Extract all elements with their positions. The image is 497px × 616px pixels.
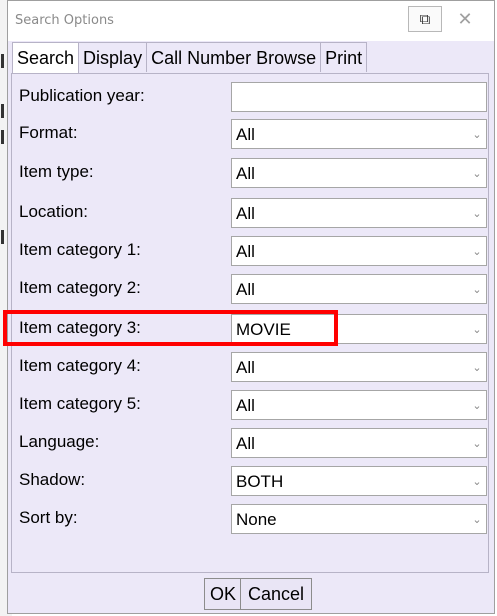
tab-print[interactable]: Print [320, 42, 368, 72]
sort-by-row: Sort by: None ⌄ [12, 503, 488, 534]
item-category-1-value: All [236, 242, 255, 261]
format-select[interactable]: All ⌄ [231, 119, 487, 149]
chevron-down-icon: ⌄ [472, 512, 482, 526]
item-category-1-label: Item category 1: [19, 240, 141, 259]
chevron-down-icon: ⌄ [472, 322, 482, 336]
language-row: Language: All ⌄ [12, 427, 488, 458]
chevron-down-icon: ⌄ [472, 360, 482, 374]
chevron-down-icon: ⌄ [472, 398, 482, 412]
publication-year-input[interactable] [231, 82, 487, 112]
item-category-5-row: Item category 5: All ⌄ [12, 389, 488, 420]
format-label: Format: [19, 123, 78, 142]
tab-call-number-browse[interactable]: Call Number Browse [146, 42, 322, 72]
title-bar[interactable]: Search Options ⧉ ✕ [8, 1, 494, 41]
item-category-2-value: All [236, 280, 255, 299]
item-category-2-row: Item category 2: All ⌄ [12, 273, 488, 304]
format-value: All [236, 125, 255, 144]
chevron-down-icon: ⌄ [472, 206, 482, 220]
chevron-down-icon: ⌄ [472, 474, 482, 488]
background-text-fragment [1, 230, 4, 244]
sort-by-select[interactable]: None ⌄ [231, 504, 487, 534]
format-row: Format: All ⌄ [12, 118, 488, 149]
item-category-3-value: MOVIE [236, 320, 291, 339]
item-category-4-row: Item category 4: All ⌄ [12, 351, 488, 382]
item-category-3-row: Item category 3: MOVIE ⌄ [12, 313, 488, 344]
chevron-down-icon: ⌄ [472, 436, 482, 450]
location-select[interactable]: All ⌄ [231, 198, 487, 228]
tab-display[interactable]: Display [78, 42, 148, 72]
background-text-fragment [1, 130, 4, 144]
language-value: All [236, 434, 255, 453]
search-options-dialog: Search Options ⧉ ✕ Search Display Call N… [7, 0, 495, 614]
chevron-down-icon: ⌄ [472, 166, 482, 180]
item-category-1-select[interactable]: All ⌄ [231, 236, 487, 266]
cancel-button[interactable]: Cancel [240, 578, 312, 610]
background-text-fragment [1, 54, 4, 68]
item-category-4-value: All [236, 358, 255, 377]
item-category-3-label: Item category 3: [19, 318, 141, 337]
item-category-1-row: Item category 1: All ⌄ [12, 235, 488, 266]
background-text-fragment [1, 104, 4, 118]
publication-year-label: Publication year: [19, 86, 145, 105]
item-category-5-value: All [236, 396, 255, 415]
shadow-label: Shadow: [19, 470, 86, 489]
ok-button[interactable]: OK [204, 578, 242, 610]
item-category-4-select[interactable]: All ⌄ [231, 352, 487, 382]
tab-search[interactable]: Search [12, 42, 80, 74]
item-category-5-select[interactable]: All ⌄ [231, 390, 487, 420]
chevron-down-icon: ⌄ [472, 127, 482, 141]
item-category-3-select[interactable]: MOVIE ⌄ [231, 314, 487, 344]
close-icon: ✕ [457, 8, 473, 30]
shadow-row: Shadow: BOTH ⌄ [12, 465, 488, 496]
search-options-panel: Publication year: Format: All ⌄ Item typ… [11, 73, 489, 573]
chevron-down-icon: ⌄ [472, 244, 482, 258]
location-value: All [236, 204, 255, 223]
shadow-select[interactable]: BOTH ⌄ [231, 466, 487, 496]
location-label: Location: [19, 202, 88, 221]
publication-year-row: Publication year: [12, 81, 488, 112]
tab-bar: Search Display Call Number Browse Print [12, 42, 368, 74]
sort-by-value: None [236, 510, 277, 529]
close-window-button[interactable]: ✕ [448, 6, 482, 32]
item-category-4-label: Item category 4: [19, 356, 141, 375]
language-label: Language: [19, 432, 100, 451]
window-title: Search Options [15, 13, 114, 28]
shadow-value: BOTH [236, 472, 284, 491]
item-category-5-label: Item category 5: [19, 394, 141, 413]
item-category-2-label: Item category 2: [19, 278, 141, 297]
item-type-value: All [236, 164, 255, 183]
item-type-label: Item type: [19, 162, 94, 181]
sort-by-label: Sort by: [19, 508, 78, 527]
item-category-2-select[interactable]: All ⌄ [231, 274, 487, 304]
location-row: Location: All ⌄ [12, 197, 488, 228]
item-type-row: Item type: All ⌄ [12, 157, 488, 188]
item-type-select[interactable]: All ⌄ [231, 158, 487, 188]
language-select[interactable]: All ⌄ [231, 428, 487, 458]
restore-icon: ⧉ [419, 10, 431, 28]
restore-window-button[interactable]: ⧉ [408, 6, 442, 32]
chevron-down-icon: ⌄ [472, 282, 482, 296]
